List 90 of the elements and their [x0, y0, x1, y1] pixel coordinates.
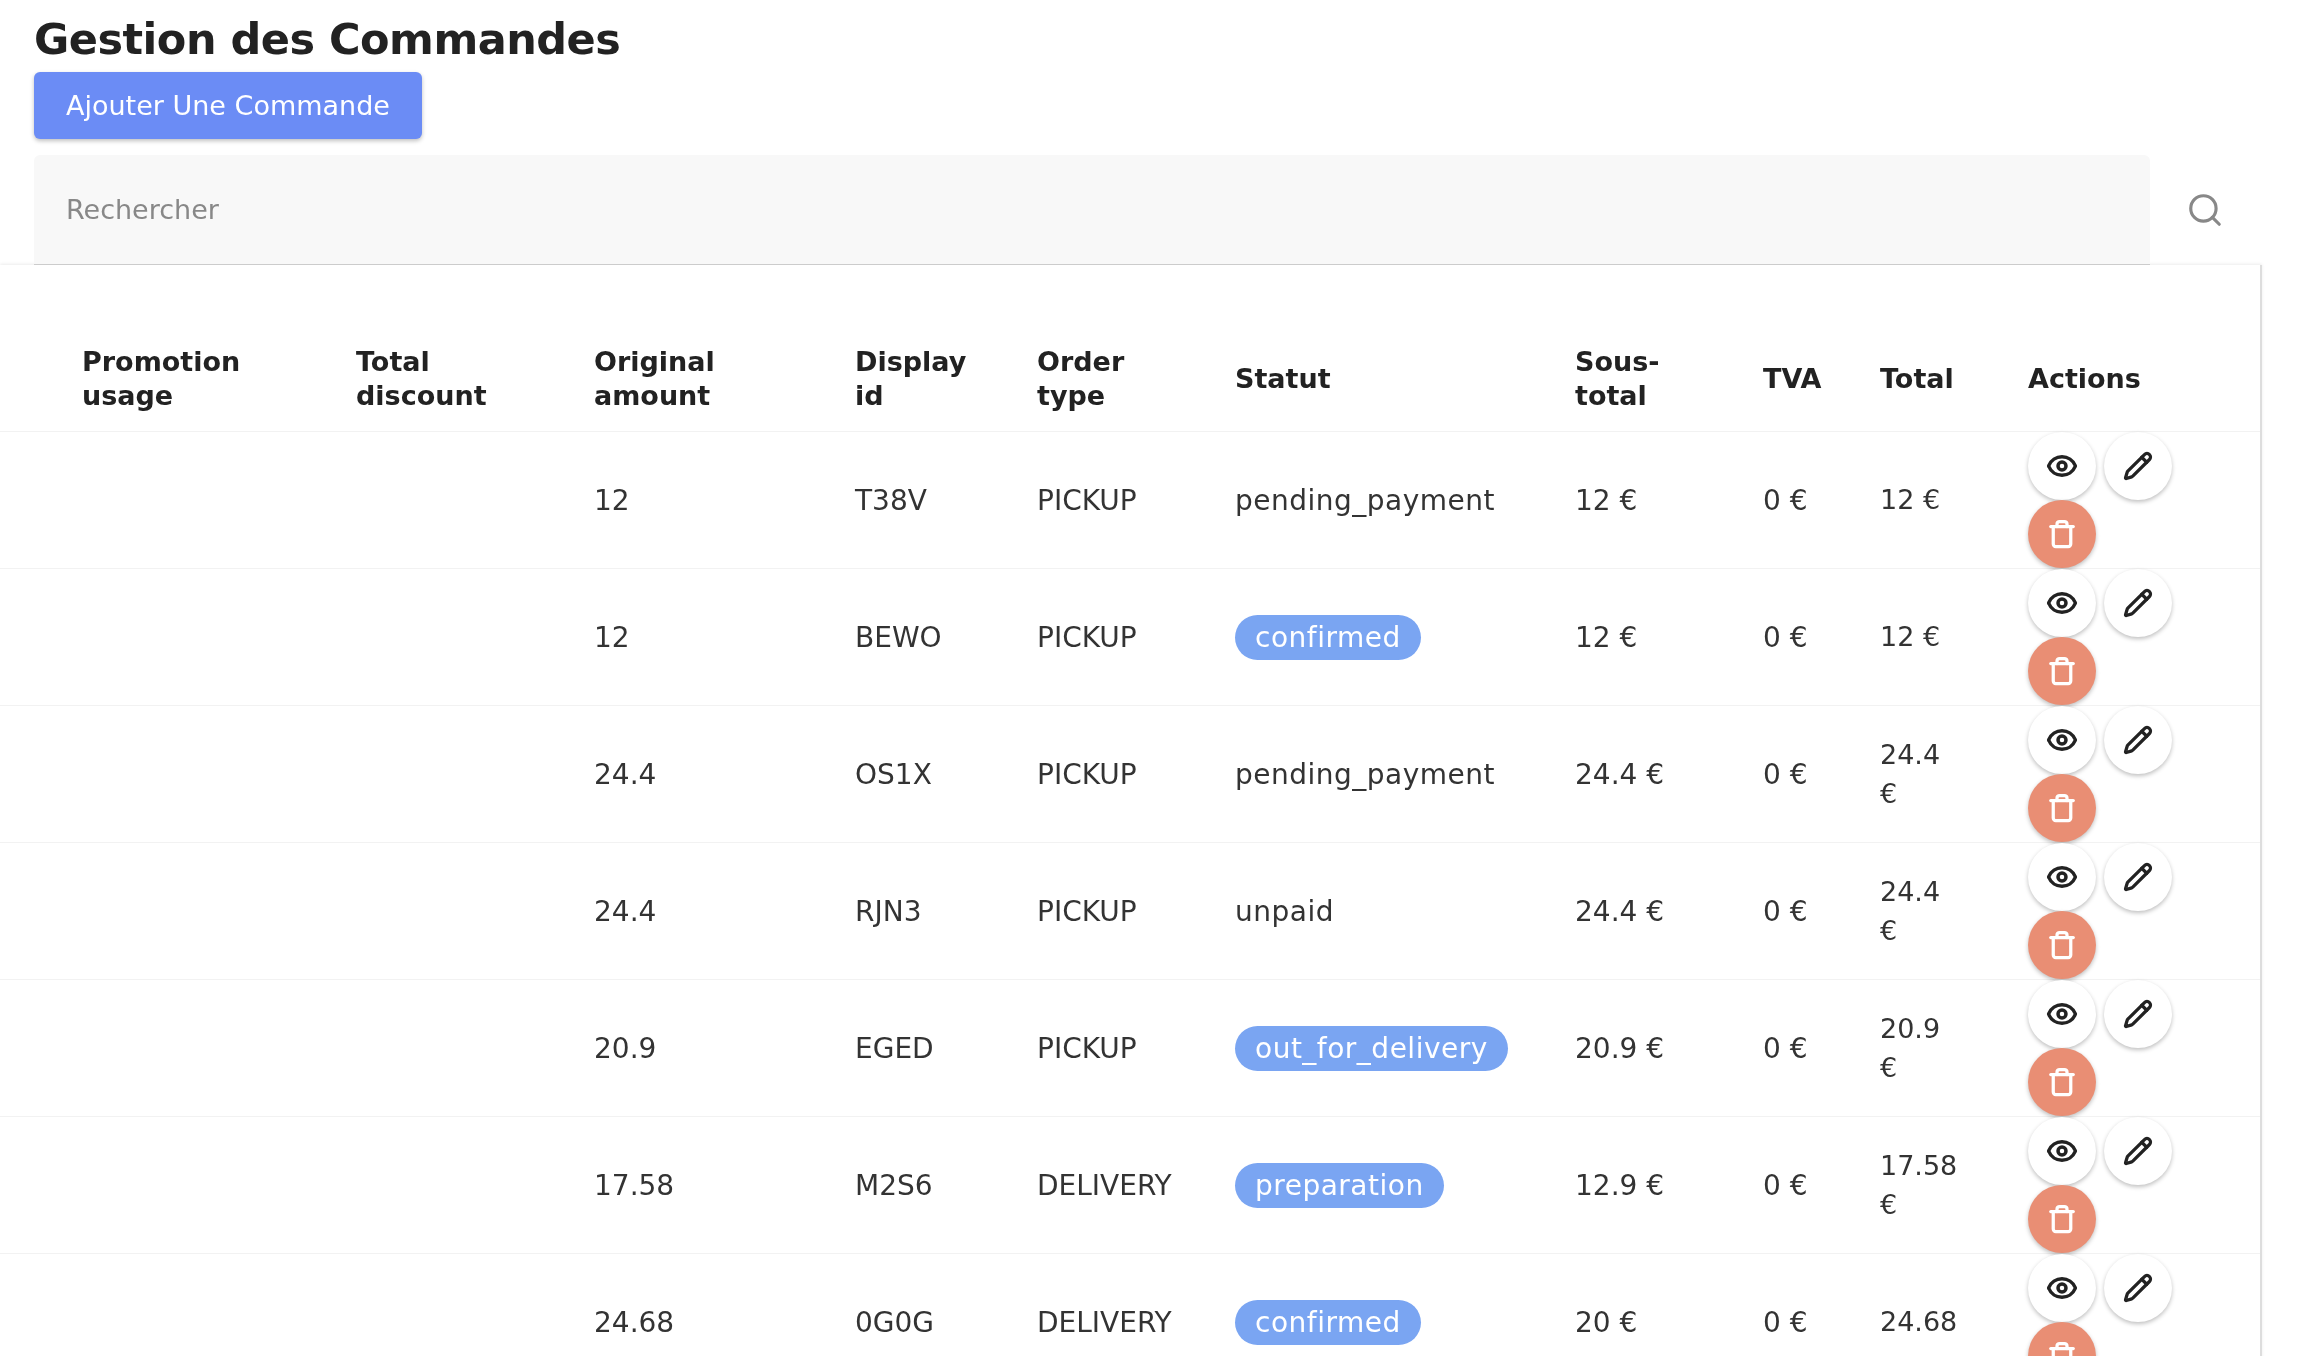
- table-cell-text: 20.9 €: [1575, 1031, 1666, 1065]
- status-text: pending_payment: [1235, 757, 1496, 791]
- table-cell-text: DELIVERY: [1037, 1168, 1173, 1202]
- view-button[interactable]: [2028, 706, 2096, 774]
- edit-button[interactable]: [2104, 1254, 2172, 1322]
- view-button[interactable]: [2028, 432, 2096, 500]
- status-text: pending_payment: [1235, 483, 1496, 517]
- trash-icon: [2047, 930, 2077, 960]
- table-cell-text: 12 €: [1880, 483, 1941, 518]
- table-cell-text: 24.68: [1880, 1305, 1958, 1340]
- add-order-button[interactable]: Ajouter Une Commande: [34, 72, 422, 139]
- edit-button[interactable]: [2104, 980, 2172, 1048]
- edit-button[interactable]: [2104, 1117, 2172, 1185]
- table-cell-text: 12: [594, 483, 631, 517]
- column-header: Order type: [1037, 345, 1125, 413]
- column-header: Promotion usage: [82, 345, 241, 413]
- view-button[interactable]: [2028, 1254, 2096, 1322]
- table-cell-text: 12 €: [1575, 483, 1639, 517]
- table-cell-text: 0 €: [1763, 757, 1809, 791]
- trash-icon: [2047, 1067, 2077, 1097]
- status-text: unpaid: [1235, 894, 1334, 928]
- edit-button[interactable]: [2104, 706, 2172, 774]
- table-cell-text: 17.58 €: [1880, 1148, 1959, 1222]
- view-button[interactable]: [2028, 843, 2096, 911]
- page-title: Gestion des Commandes: [34, 14, 622, 64]
- pencil-icon: [2123, 1136, 2153, 1166]
- table-cell-text: BEWO: [855, 620, 943, 654]
- table-cell-text: M2S6: [855, 1168, 934, 1202]
- table-cell-text: 24.4 €: [1880, 737, 1942, 811]
- table-cell-text: 24.4: [594, 757, 658, 791]
- table-cell-text: OS1X: [855, 757, 933, 791]
- table-cell-text: 24.68: [594, 1305, 676, 1339]
- column-header: Total discount: [356, 345, 487, 413]
- pencil-icon: [2123, 999, 2153, 1029]
- table-cell-text: T38V: [855, 483, 928, 517]
- table-cell-text: 20 €: [1575, 1305, 1639, 1339]
- table-cell-text: PICKUP: [1037, 757, 1138, 791]
- table-cell-text: 20.9 €: [1880, 1011, 1942, 1085]
- status-badge: preparation: [1235, 1162, 1444, 1208]
- table-cell-text: 24.4: [594, 894, 658, 928]
- search-field[interactable]: Rechercher: [34, 155, 2150, 265]
- trash-icon: [2047, 656, 2077, 686]
- column-header: Original amount: [594, 345, 715, 413]
- table-cell-text: 0 €: [1763, 1031, 1809, 1065]
- table-cell-text: 24.4 €: [1575, 757, 1666, 791]
- edit-button[interactable]: [2104, 569, 2172, 637]
- table-cell-text: 0 €: [1763, 1305, 1809, 1339]
- pencil-icon: [2123, 725, 2153, 755]
- table-cell-text: RJN3: [855, 894, 923, 928]
- edit-button[interactable]: [2104, 432, 2172, 500]
- status-badge: confirmed: [1235, 1299, 1421, 1345]
- trash-icon: [2047, 1204, 2077, 1234]
- search-icon[interactable]: [2186, 191, 2224, 229]
- table-cell-text: DELIVERY: [1037, 1305, 1173, 1339]
- table-cell-text: 12 €: [1880, 620, 1941, 655]
- table-cell-text: 0G0G: [855, 1305, 936, 1339]
- column-header: Sous-total: [1575, 345, 1660, 413]
- edit-button[interactable]: [2104, 843, 2172, 911]
- trash-icon: [2047, 793, 2077, 823]
- table-cell-text: 12 €: [1575, 620, 1639, 654]
- pencil-icon: [2123, 451, 2153, 481]
- table-cell-text: 0 €: [1763, 1168, 1809, 1202]
- view-button[interactable]: [2028, 1117, 2096, 1185]
- table-cell-text: PICKUP: [1037, 483, 1138, 517]
- table-cell-text: EGED: [855, 1031, 935, 1065]
- table-cell-text: 0 €: [1763, 894, 1809, 928]
- pencil-icon: [2123, 588, 2153, 618]
- pencil-icon: [2123, 862, 2153, 892]
- table-cell-text: 20.9: [594, 1031, 658, 1065]
- table-cell-text: PICKUP: [1037, 894, 1138, 928]
- table-cell-text: 0 €: [1763, 620, 1809, 654]
- trash-icon: [2047, 519, 2077, 549]
- column-header: Total: [1880, 362, 1954, 396]
- table-cell-text: 12.9 €: [1575, 1168, 1666, 1202]
- table-cell-text: 24.4 €: [1575, 894, 1666, 928]
- pencil-icon: [2123, 1273, 2153, 1303]
- column-header: Statut: [1235, 362, 1331, 396]
- table-cell-text: 17.58: [594, 1168, 676, 1202]
- table-cell-text: PICKUP: [1037, 1031, 1138, 1065]
- column-header: Actions: [2028, 362, 2141, 396]
- table-cell-text: 0 €: [1763, 483, 1809, 517]
- status-badge: out_for_delivery: [1235, 1025, 1508, 1071]
- column-header: Display id: [855, 345, 967, 413]
- view-button[interactable]: [2028, 980, 2096, 1048]
- column-header: TVA: [1763, 362, 1822, 396]
- table-cell-text: PICKUP: [1037, 620, 1138, 654]
- table-cell-text: 24.4 €: [1880, 874, 1942, 948]
- table-cell-text: 12: [594, 620, 631, 654]
- view-button[interactable]: [2028, 569, 2096, 637]
- status-badge: confirmed: [1235, 614, 1421, 660]
